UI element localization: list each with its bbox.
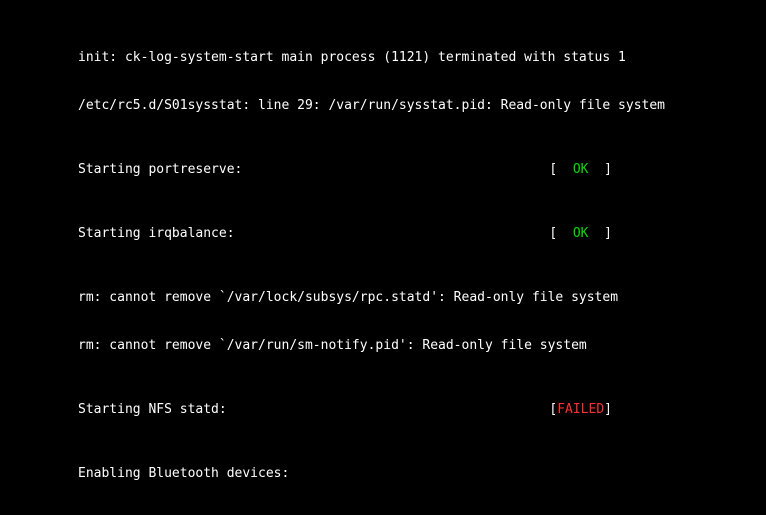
service-status-line: Starting portreserve: [ OK ] bbox=[78, 162, 612, 178]
status-bracket: [ OK ] bbox=[549, 226, 612, 242]
service-label: Starting irqbalance: bbox=[78, 226, 235, 242]
log-line: /etc/rc5.d/S01sysstat: line 29: /var/run… bbox=[78, 98, 766, 114]
status-ok: OK bbox=[573, 162, 589, 177]
status-failed: FAILED bbox=[557, 402, 604, 417]
log-line: rm: cannot remove `/var/lock/subsys/rpc.… bbox=[78, 290, 766, 306]
boot-console: init: ck-log-system-start main process (… bbox=[0, 0, 766, 515]
status-bracket: [FAILED] bbox=[549, 402, 612, 418]
log-line: Enabling Bluetooth devices: bbox=[78, 466, 766, 482]
log-line: init: ck-log-system-start main process (… bbox=[78, 50, 766, 66]
service-label: Starting NFS statd: bbox=[78, 402, 227, 418]
log-line: rm: cannot remove `/var/run/sm-notify.pi… bbox=[78, 338, 766, 354]
service-status-line: Starting NFS statd: [FAILED] bbox=[78, 402, 612, 418]
service-label: Starting portreserve: bbox=[78, 162, 242, 178]
status-ok: OK bbox=[573, 226, 589, 241]
status-bracket: [ OK ] bbox=[549, 162, 612, 178]
service-status-line: Starting irqbalance: [ OK ] bbox=[78, 226, 612, 242]
